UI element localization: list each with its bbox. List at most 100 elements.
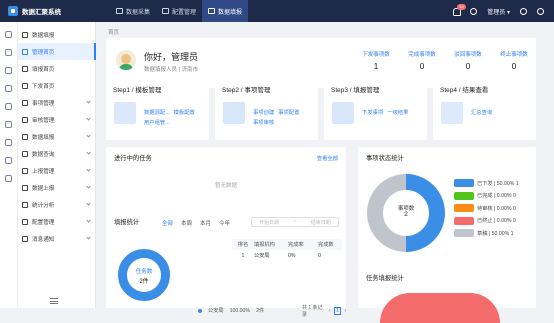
globe-icon[interactable] [520, 7, 527, 15]
rail-doc-icon[interactable] [5, 121, 12, 128]
card-title: 事项状态统计 [366, 155, 404, 162]
legend-label: 草稿 | 50.00% 1 [477, 230, 514, 237]
link-matter-create[interactable]: 事项创建 [253, 110, 274, 116]
sidebar-item-label: 数据填报 [32, 32, 55, 39]
menu-collapse-icon[interactable] [50, 298, 58, 304]
ring-value: 2件 [139, 279, 149, 285]
prev-page-icon[interactable]: ‹ [329, 308, 331, 314]
topnav-config[interactable]: 配置管理 [156, 0, 202, 22]
template-illustration-icon [114, 102, 136, 124]
legend-label: 待审核 | 0.00% 0 [477, 205, 516, 212]
legend-item-draft[interactable]: 草稿 | 50.00% 1 [454, 227, 534, 240]
link-matter-review[interactable]: 事项审核 [253, 120, 274, 126]
date-range-picker[interactable]: 开始日期 ~ 结束日期 [251, 217, 339, 227]
legend-item-pending[interactable]: 待审核 | 0.00% 0 [454, 202, 534, 215]
rail-folder-icon[interactable] [5, 103, 12, 110]
table-header: 排名 填报机构 完成率 完成数 [232, 239, 342, 250]
sidebar-item-fill-home[interactable]: 填报首页 [18, 60, 96, 77]
user-menu[interactable]: 管理员 ▾ [487, 7, 510, 16]
next-page-icon[interactable]: › [344, 308, 346, 314]
stat-value: 0 [511, 61, 517, 71]
pagination: 共 1 条记录 ‹ 1 › [302, 304, 346, 318]
rail-shield-icon[interactable] [5, 175, 12, 182]
sidebar-item-label: 配置管理 [32, 219, 55, 226]
link-datasource-config[interactable]: 数据源配... [144, 110, 170, 116]
link-matter-config[interactable]: 事项配置 [278, 110, 299, 116]
help-icon[interactable] [470, 7, 478, 15]
rail-grid-icon[interactable] [5, 31, 12, 38]
rail-chat-icon[interactable] [5, 67, 12, 74]
step-title: Step1 / 模板管理 [113, 87, 162, 94]
topnav-label: 配置管理 [172, 9, 197, 16]
task-fill-stats-card: 任务填报统计 [358, 267, 536, 323]
tab-week[interactable]: 本周 [181, 219, 192, 227]
sidebar-item-report-mgmt[interactable]: 上报管理 [18, 162, 96, 179]
legend-item-issued[interactable]: 已下发 | 50.00% 1 [454, 177, 534, 190]
stat-rejected[interactable]: 驳回事项数 0 [448, 50, 488, 71]
breadcrumb[interactable]: 首页 [108, 28, 119, 36]
sidebar-item-label: 事项管理 [32, 100, 55, 107]
sidebar-rail [0, 22, 18, 308]
sidebar-menu: 数据填报 管理首页 填报首页 下发首页 事项管理 审核管理 数据填报 数据查询 … [18, 26, 96, 247]
home-icon [22, 48, 28, 55]
step-links: 汇总查询 [471, 108, 533, 118]
app-logo[interactable]: 数据汇聚系统 [0, 6, 96, 16]
rail-check-icon[interactable] [5, 157, 12, 164]
card-title: 任务填报统计 [366, 275, 404, 282]
chevron-down-icon [86, 184, 91, 189]
topnav-data-collection[interactable]: 数据采集 [110, 0, 156, 22]
sidebar-item-data-fill[interactable]: 数据填报 [18, 128, 96, 145]
app-title: 数据汇聚系统 [22, 9, 61, 16]
sidebar-item-stats[interactable]: 统计分析 [18, 196, 96, 213]
gear-icon[interactable] [537, 7, 544, 15]
rail-list-icon[interactable] [5, 139, 12, 146]
sidebar-item-messages[interactable]: 消息通知 [18, 230, 96, 247]
table-row[interactable]: 1 公安局 0% 0 [232, 250, 342, 261]
date-separator: ~ [293, 219, 297, 225]
card-title: 进行中的任务 [114, 155, 152, 162]
check-icon [22, 116, 28, 123]
chevron-down-icon [86, 133, 91, 138]
sidebar-item-data-query[interactable]: 数据查询 [18, 145, 96, 162]
link-usergroup-mgmt[interactable]: 用户组管... [144, 120, 170, 126]
topnav-data-fill[interactable]: 数据填报 [202, 0, 249, 22]
sidebar-item-data-fill-group[interactable]: 数据填报 [18, 26, 96, 43]
date-end[interactable]: 结束日期 [311, 219, 331, 226]
cell-org: 公安局 [254, 253, 270, 259]
col-rank: 排名 [237, 242, 249, 248]
stat-issued[interactable]: 下发事项数 1 [356, 50, 396, 71]
stat-completed[interactable]: 完成事项数 0 [402, 50, 442, 71]
sidebar-item-matter-mgmt[interactable]: 事项管理 [18, 94, 96, 111]
col-rate: 完成率 [288, 242, 304, 248]
tab-year[interactable]: 今年 [219, 219, 230, 227]
step-links: 数据源配... 模板配置 用户组管... [144, 108, 206, 128]
sidebar-item-admin-home[interactable]: 管理首页 [18, 43, 96, 60]
link-template-config[interactable]: 模板配置 [174, 110, 195, 116]
date-start[interactable]: 开始日期 [259, 219, 279, 226]
view-all-link[interactable]: 查看全部 [317, 154, 338, 162]
tab-month[interactable]: 本月 [200, 219, 211, 227]
link-summary-query[interactable]: 汇总查询 [471, 110, 492, 116]
home-icon [22, 82, 28, 89]
stat-label: 完成事项数 [408, 52, 436, 58]
sidebar-item-review-mgmt[interactable]: 审核管理 [18, 111, 96, 128]
page-number[interactable]: 1 [333, 307, 342, 315]
tab-all[interactable]: 全部 [162, 219, 173, 227]
rail-clock-icon[interactable] [5, 85, 12, 92]
cell-rank: 1 [241, 252, 245, 259]
sidebar-item-config[interactable]: 配置管理 [18, 213, 96, 230]
link-issue-matter[interactable]: 下发事项 [362, 110, 383, 116]
link-level1-result[interactable]: 一级结果 [387, 110, 408, 116]
bell-icon [22, 235, 28, 242]
legend-swatch [454, 216, 474, 225]
legend-item-completed[interactable]: 已完成 | 0.00% 0 [454, 190, 534, 203]
rail-signal-icon[interactable] [5, 49, 12, 56]
step-result-view: Step4 / 结果查看 汇总查询 [433, 78, 536, 140]
bell-icon[interactable]: 10 [452, 4, 466, 16]
top-bar: 数据汇聚系统 数据采集 配置管理 数据填报 10 管理员 ▾ [0, 0, 554, 22]
legend-dot [198, 308, 202, 313]
legend-item-terminated[interactable]: 已终止 | 0.00% 0 [454, 215, 534, 228]
sidebar-item-data-report[interactable]: 数据上报 [18, 179, 96, 196]
stat-terminated[interactable]: 终止事项数 0 [494, 50, 534, 71]
sidebar-item-issue-home[interactable]: 下发首页 [18, 77, 96, 94]
